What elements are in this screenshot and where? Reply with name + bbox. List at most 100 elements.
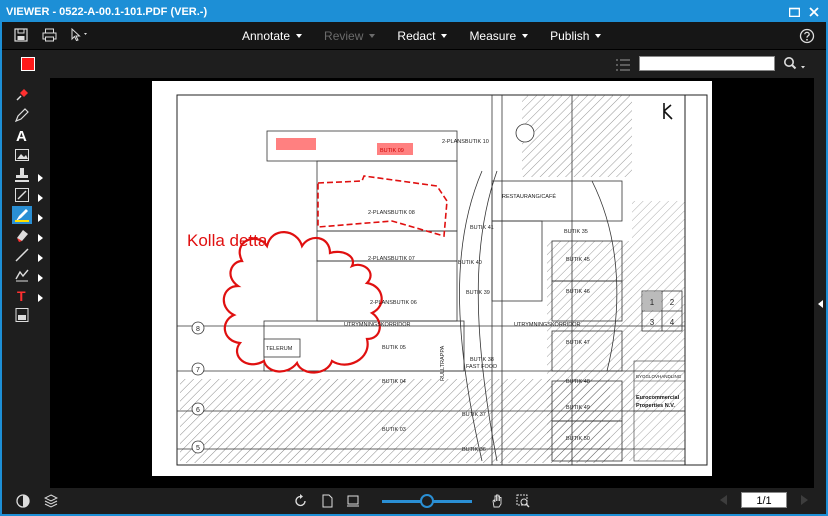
- key-label: 2: [670, 298, 675, 307]
- grid-label: 7: [196, 367, 200, 374]
- next-page-icon[interactable]: [801, 495, 808, 505]
- company-name: Properties N.V.: [636, 403, 675, 409]
- key-label: 3: [650, 318, 655, 327]
- grid-label: 5: [196, 445, 200, 452]
- chevron-right-icon[interactable]: [38, 254, 43, 262]
- signature-icon[interactable]: [12, 306, 32, 324]
- pushpin-icon[interactable]: [12, 86, 32, 104]
- room-label: BUTIK 40: [458, 260, 482, 266]
- room-label: RULLTRAPPA: [440, 345, 446, 381]
- secondary-toolbar: [2, 50, 826, 78]
- text-markup-icon[interactable]: T: [12, 286, 32, 304]
- layers-icon[interactable]: [42, 492, 60, 510]
- room-label: UTRYMNINGSKORRIDOR: [514, 322, 581, 328]
- annotation-toolbar: A T: [2, 78, 50, 488]
- zoom-thumb[interactable]: [420, 494, 434, 508]
- text-icon[interactable]: A: [12, 126, 32, 144]
- menu-measure[interactable]: Measure: [469, 29, 529, 43]
- annotation-color-swatch[interactable]: [21, 57, 35, 71]
- chevron-down-icon: [369, 34, 376, 38]
- right-panel-collapsed: [814, 78, 826, 488]
- room-label: BUTIK 09: [380, 148, 404, 154]
- line-icon[interactable]: [12, 246, 32, 264]
- grid-label: 6: [196, 407, 200, 414]
- stamp-icon[interactable]: [12, 166, 32, 184]
- room-label: BUTIK 37: [462, 412, 486, 418]
- room-label: 2-PLANSBUTIK 08: [368, 210, 415, 216]
- chevron-right-icon[interactable]: [38, 274, 43, 282]
- close-icon[interactable]: [808, 6, 820, 18]
- list-view-icon[interactable]: [614, 56, 632, 74]
- image-icon[interactable]: [12, 146, 32, 164]
- room-label: 2-PLANSBUTIK 07: [368, 256, 415, 262]
- chevron-down-icon: [595, 34, 602, 38]
- pan-hand-icon[interactable]: [488, 492, 506, 510]
- menu-annotate[interactable]: Annotate: [242, 29, 303, 43]
- grid-label: 8: [196, 326, 200, 333]
- title-bar: VIEWER - 0522-A-00.1-101.PDF (VER.-): [2, 2, 826, 22]
- eraser-icon[interactable]: [12, 226, 32, 244]
- zoom-area-icon[interactable]: [514, 492, 532, 510]
- main-toolbar: Annotate Review Redact Measure Publish: [2, 22, 826, 50]
- polygon-icon[interactable]: [12, 266, 32, 284]
- menu-publish[interactable]: Publish: [550, 29, 602, 43]
- room-label: BUTIK 03: [382, 427, 406, 433]
- highlighter-icon[interactable]: [12, 206, 32, 224]
- room-label: BUTIK 39: [466, 290, 490, 296]
- room-label: 2-PLANSBUTIK 06: [370, 300, 417, 306]
- search-icon[interactable]: [782, 55, 808, 73]
- room-label: BUTIK 48: [566, 379, 590, 385]
- company-name: Eurocommercial: [636, 395, 680, 401]
- svg-text:T: T: [17, 288, 26, 303]
- key-label: 4: [670, 318, 675, 327]
- room-label: UTRYMNINGSKORRIDOR: [344, 322, 411, 328]
- menu-redact[interactable]: Redact: [397, 29, 448, 43]
- room-label: BUTIK 04: [382, 379, 406, 385]
- chevron-right-icon[interactable]: [38, 214, 43, 222]
- room-label: BUTIK 35: [564, 229, 588, 235]
- chevron-down-icon: [522, 34, 529, 38]
- window-title: VIEWER - 0522-A-00.1-101.PDF (VER.-): [6, 6, 208, 18]
- previous-page-icon[interactable]: [720, 495, 727, 505]
- restore-icon[interactable]: [788, 6, 800, 18]
- rotate-icon[interactable]: [292, 492, 310, 510]
- room-label: BUTIK 36: [462, 447, 486, 453]
- attachment-icon[interactable]: [12, 186, 32, 204]
- contrast-icon[interactable]: [14, 492, 32, 510]
- status-bar: 1/1: [2, 488, 826, 514]
- print-icon[interactable]: [40, 26, 58, 44]
- search-input[interactable]: [639, 56, 775, 71]
- chevron-right-icon[interactable]: [38, 174, 43, 182]
- room-label: FAST FOOD: [466, 364, 497, 370]
- chevron-down-icon: [441, 34, 448, 38]
- page-number-input[interactable]: 1/1: [741, 492, 787, 508]
- zoom-slider[interactable]: [382, 492, 472, 510]
- chevron-right-icon[interactable]: [38, 194, 43, 202]
- annotation-comment-text[interactable]: Kolla detta: [187, 231, 268, 250]
- room-label: BUTIK 45: [566, 257, 590, 263]
- chevron-left-icon[interactable]: [818, 300, 823, 308]
- select-tool-icon[interactable]: [68, 26, 92, 44]
- chevron-right-icon[interactable]: [38, 234, 43, 242]
- title-block-status: BYGGLOVHANDLING: [636, 374, 682, 379]
- fit-width-icon[interactable]: [344, 492, 362, 510]
- menu-review: Review: [324, 29, 376, 43]
- room-label: RESTAURANG/CAFÉ: [502, 193, 556, 200]
- save-icon[interactable]: [12, 26, 30, 44]
- viewer-window: VIEWER - 0522-A-00.1-101.PDF (VER.-) Ann…: [0, 0, 828, 516]
- svg-text:A: A: [16, 128, 27, 143]
- help-icon[interactable]: [798, 27, 816, 45]
- chevron-right-icon[interactable]: [38, 294, 43, 302]
- single-page-icon[interactable]: [318, 492, 336, 510]
- room-label: BUTIK 50: [566, 436, 590, 442]
- room-label: BUTIK 49: [566, 405, 590, 411]
- document-canvas[interactable]: 8 7 6 5 1 2 3 4 BYGGLOVHANDLING Eurocomm…: [50, 78, 814, 488]
- key-label: 1: [650, 298, 655, 307]
- room-label: BUTIK 46: [566, 289, 590, 295]
- pen-icon[interactable]: [12, 106, 32, 124]
- room-label: BUTIK 47: [566, 340, 590, 346]
- room-label: BUTIK 38: [470, 357, 494, 363]
- chevron-down-icon: [296, 34, 303, 38]
- room-label: 2-PLANSBUTIK 10: [442, 139, 489, 145]
- document-page: 8 7 6 5 1 2 3 4 BYGGLOVHANDLING Eurocomm…: [152, 81, 712, 476]
